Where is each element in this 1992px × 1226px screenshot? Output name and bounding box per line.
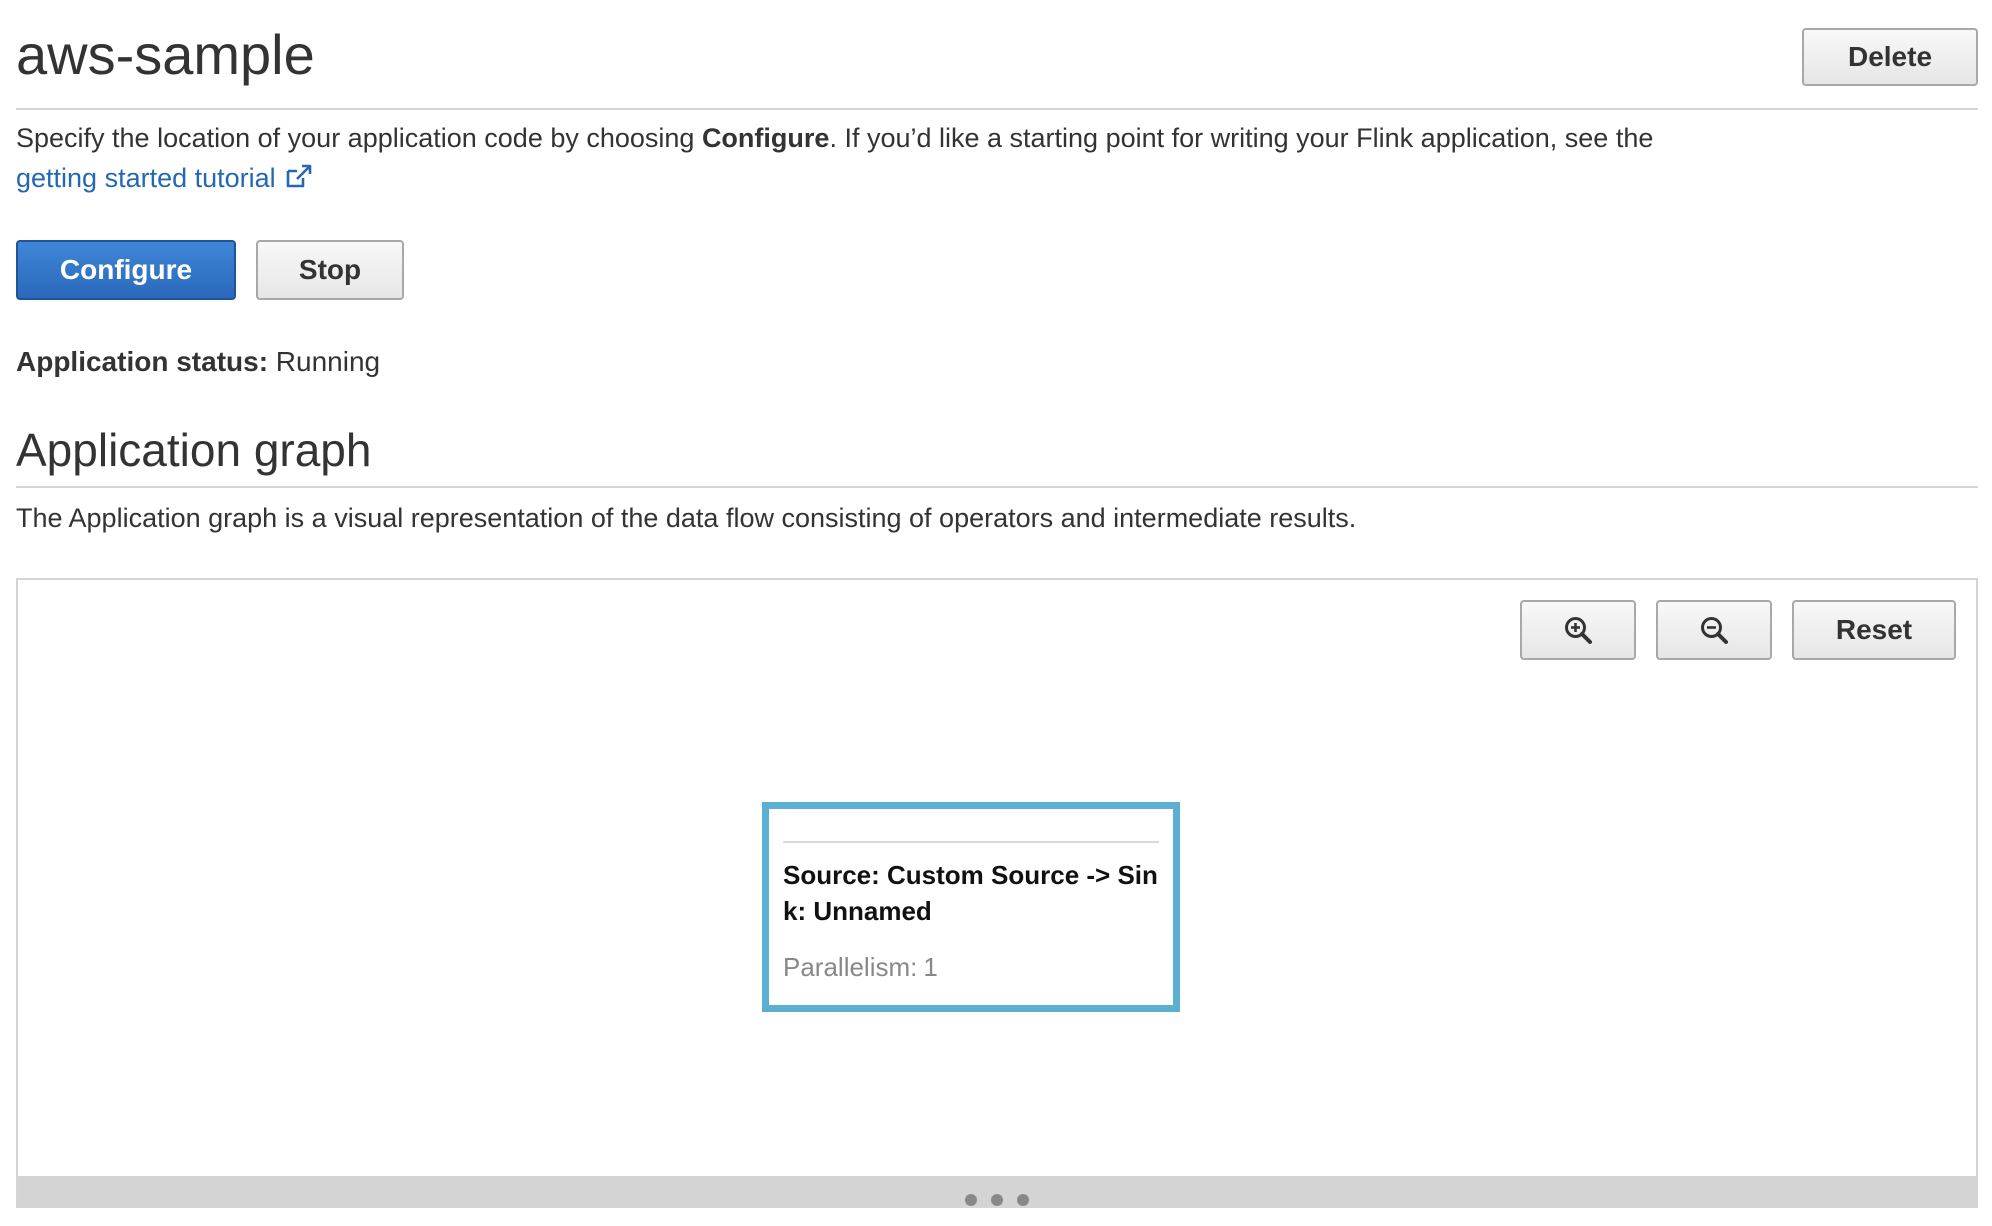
node-title: Source: Custom Source -> Sink: Unnamed (783, 860, 1158, 926)
zoom-in-button[interactable] (1520, 600, 1636, 660)
resize-dot (965, 1194, 977, 1206)
graph-section-title: Application graph (16, 424, 372, 476)
graph-node-operator[interactable]: Source: Custom Source -> Sink: Unnamed P… (762, 802, 1180, 1012)
resize-dot (991, 1194, 1003, 1206)
node-parallelism: Parallelism: 1 (783, 949, 938, 985)
configure-button[interactable]: Configure (16, 240, 236, 300)
node-divider (783, 841, 1159, 843)
page-title: aws-sample (16, 23, 315, 86)
node-parallelism-label: Parallelism: (783, 952, 918, 982)
zoom-out-icon (1701, 617, 1728, 644)
stop-button[interactable]: Stop (256, 240, 404, 300)
graph-section-divider (16, 486, 1978, 488)
application-graph-canvas[interactable]: Reset Source: Custom Source -> Sink: Unn… (16, 578, 1978, 1208)
graph-resize-handle[interactable] (18, 1176, 1976, 1206)
intro-text-after: . If you’d like a starting point for wri… (829, 123, 1654, 153)
zoom-in-icon (1565, 617, 1592, 644)
application-status: Application status: Running (16, 342, 380, 382)
node-parallelism-value: 1 (923, 952, 938, 982)
resize-dot (1017, 1194, 1029, 1206)
reset-button[interactable]: Reset (1792, 600, 1956, 660)
zoom-out-button[interactable] (1656, 600, 1772, 660)
getting-started-link-label: getting started tutorial (16, 163, 276, 193)
external-link-icon (286, 164, 311, 188)
status-label: Application status: (16, 346, 269, 377)
status-value: Running (275, 346, 381, 377)
intro-text: Specify the location of your application… (16, 118, 1916, 198)
title-divider (16, 108, 1978, 110)
intro-text-before: Specify the location of your application… (16, 123, 702, 153)
getting-started-link[interactable]: getting started tutorial (16, 163, 314, 193)
graph-section-description: The Application graph is a visual repres… (16, 503, 1357, 533)
resize-dots-icon (965, 1194, 1029, 1206)
delete-button[interactable]: Delete (1802, 28, 1978, 86)
intro-bold-configure: Configure (701, 123, 830, 153)
